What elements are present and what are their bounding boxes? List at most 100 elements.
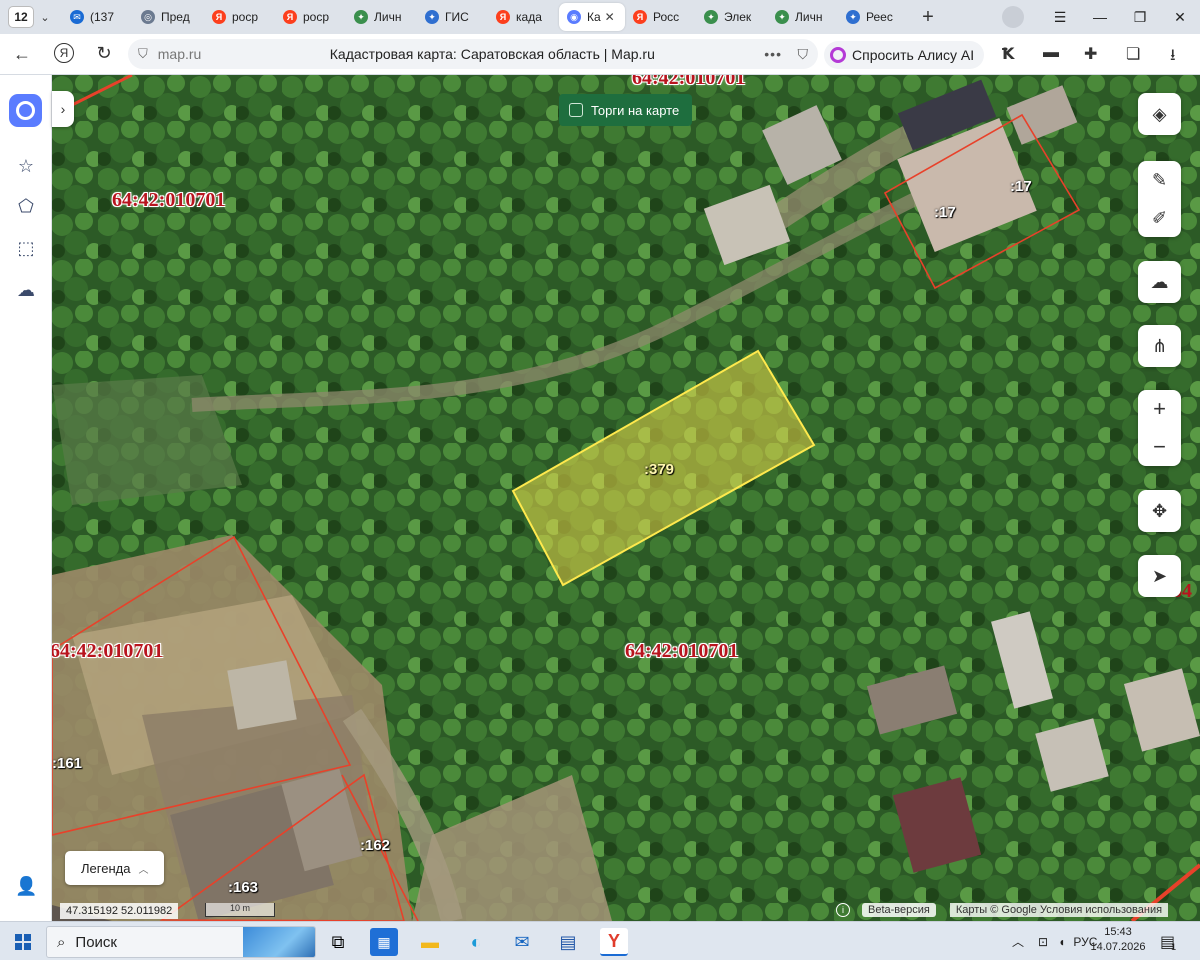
zoom-out-icon[interactable]: −	[1138, 428, 1181, 466]
browser-tab-1[interactable]: ◎ Пред	[133, 3, 204, 31]
volume-icon[interactable]: ◖	[1058, 935, 1065, 949]
info-icon[interactable]: i	[836, 903, 850, 917]
tab-favicon-icon: ✦	[846, 10, 860, 24]
auctions-on-map-toggle[interactable]: Торги на карте	[559, 94, 692, 126]
clock-date: 14.07.2026	[1090, 941, 1146, 953]
downloads-icon[interactable]: ⭳	[1170, 44, 1176, 71]
parcel-label-161[interactable]: :161	[52, 755, 82, 772]
parcel-label-17b[interactable]: :17	[1010, 178, 1032, 195]
tab-favicon-icon: ◎	[141, 10, 155, 24]
cloud-icon[interactable]: ☁	[15, 279, 37, 301]
taskbar-search-box[interactable]: ⌕ Поиск	[46, 926, 316, 958]
bookmark-icon[interactable]: ⛉	[798, 46, 809, 63]
task-view-icon[interactable]: ⧉	[324, 928, 352, 956]
tab-favicon-icon: ✦	[775, 10, 789, 24]
browser-tab-2[interactable]: Яроср	[204, 3, 275, 31]
tab-label: ГИС	[445, 10, 469, 24]
navigation-arrow-icon[interactable]: ➤	[1138, 555, 1181, 597]
upload-control[interactable]: ☁	[1138, 261, 1181, 303]
favorites-star-icon[interactable]: ☆	[15, 155, 37, 177]
yandex-home-icon[interactable]: Я	[44, 43, 84, 63]
ruler-pencil-icon[interactable]: ✎	[1138, 161, 1181, 199]
tab-favicon-icon: Я	[496, 10, 510, 24]
more-dots-icon[interactable]: •••	[764, 46, 782, 62]
provider-attribution[interactable]: Карты © Google Условия использования	[949, 903, 1169, 917]
profile-avatar[interactable]	[1002, 6, 1024, 28]
browser-tab-5[interactable]: ✦ ГИС	[417, 3, 488, 31]
browser-tab-8[interactable]: Я Росс	[625, 3, 696, 31]
user-account-icon[interactable]: 👤	[15, 875, 37, 897]
cloud-upload-icon[interactable]: ☁	[1138, 261, 1181, 303]
notifications-button[interactable]: ▤ 1	[1160, 922, 1176, 960]
expand-panel-button[interactable]: ›	[52, 91, 74, 127]
alisa-icon	[830, 47, 846, 63]
tab-label: Ка	[587, 10, 601, 24]
browser-tab-9[interactable]: ✦ Элек	[696, 3, 767, 31]
ask-alisa-button[interactable]: Спросить Алису AI	[824, 41, 985, 69]
tab-favicon-icon: ◉	[567, 10, 581, 24]
parcel-label-162[interactable]: :162	[360, 837, 390, 854]
browser-tab-10[interactable]: ✦ Личн	[767, 3, 838, 31]
notepad-icon[interactable]: ▤	[554, 928, 582, 956]
new-tab-plus-icon[interactable]: +	[915, 4, 941, 30]
legend-button[interactable]: Легенда ︿	[65, 851, 164, 885]
store-icon[interactable]: ▦	[370, 928, 398, 956]
minimize-icon[interactable]: —	[1080, 9, 1120, 25]
url-field[interactable]: ⛉ map.ru Кадастровая карта: Саратовская …	[128, 39, 818, 69]
tab-list-chevron-icon[interactable]: ⌄	[34, 11, 56, 24]
address-bar: ← Я ↻ ⛉ map.ru Кадастровая карта: Сарато…	[0, 34, 1200, 75]
draw-polygon-icon[interactable]: ⬠	[15, 195, 37, 217]
tab-count-badge[interactable]: 12	[8, 6, 34, 28]
windows-taskbar: ⌕ Поиск ⧉ ▦ ▬ ◐ ✉ ▤ Y ︿ ⊡ ◖ РУС 15:43 14…	[0, 921, 1200, 960]
browser-tab-11[interactable]: ✦ Реес	[838, 3, 909, 31]
edit-icon[interactable]: ✐	[1138, 199, 1181, 237]
reload-icon[interactable]: ↻	[84, 43, 124, 64]
parcel-label-17a[interactable]: :17	[934, 204, 956, 221]
tab-favicon-icon: Я	[212, 10, 226, 24]
network-icon[interactable]: ⊡	[1038, 935, 1048, 949]
tab-close-icon[interactable]: ✕	[605, 10, 615, 24]
collections-icon[interactable]: ❏	[1126, 44, 1140, 64]
outlook-icon[interactable]: ✉	[508, 928, 536, 956]
select-area-icon[interactable]: ⬚	[15, 237, 37, 259]
system-tray: ︿ ⊡ ◖ РУС	[1012, 922, 1097, 960]
geolocate-control[interactable]: ➤	[1138, 555, 1181, 597]
layers-control[interactable]: ◈	[1138, 93, 1181, 135]
parcel-label-163[interactable]: :163	[228, 879, 258, 896]
coordinates-readout: 47.315192 52.011982	[60, 903, 179, 919]
share-control[interactable]: ⋔	[1138, 325, 1181, 367]
left-sidebar: ☆ ⬠ ⬚ ☁ 👤	[0, 75, 52, 921]
restore-icon[interactable]: ❐	[1120, 9, 1160, 26]
windows-start-icon[interactable]	[15, 934, 31, 950]
tray-chevron-icon[interactable]: ︿	[1012, 933, 1024, 950]
extensions-puzzle-icon[interactable]: ✚	[1084, 44, 1097, 64]
taskbar-clock[interactable]: 15:43 14.07.2026	[1088, 925, 1148, 955]
tab-label: Личн	[374, 10, 402, 24]
share-icon[interactable]: ⋔	[1138, 325, 1181, 367]
chevron-up-icon: ︿	[138, 864, 149, 876]
mapru-logo-icon[interactable]	[9, 94, 42, 127]
layers-icon[interactable]: ◈	[1138, 93, 1181, 135]
browser-tab-3[interactable]: Яроср	[275, 3, 346, 31]
browser-tab-7[interactable]: ◉ Ка ✕	[559, 3, 625, 31]
browser-tab-0[interactable]: ✉ (137	[62, 3, 133, 31]
browser-tab-4[interactable]: ✦ Личн	[346, 3, 417, 31]
file-explorer-icon[interactable]: ▬	[416, 928, 444, 956]
browser-tab-6[interactable]: Якада	[488, 3, 559, 31]
site-shield-icon[interactable]: ⛉	[138, 46, 148, 62]
tab-label: Реес	[866, 10, 893, 24]
close-window-icon[interactable]: ✕	[1160, 9, 1200, 26]
zoom-in-icon[interactable]: +	[1138, 390, 1181, 428]
browser-menu-icon[interactable]: ☰	[1040, 9, 1080, 26]
cadastral-map[interactable]: 64:42:010701 64:42:010701 64:42:010701 6…	[52, 75, 1200, 921]
extension-k-icon[interactable]: Ꝁ	[1002, 44, 1013, 64]
parcel-label-379[interactable]: :379	[644, 461, 674, 478]
back-arrow-icon[interactable]: ←	[2, 44, 42, 65]
yandex-browser-icon[interactable]: Y	[600, 928, 628, 956]
edge-icon[interactable]: ◐	[462, 928, 490, 956]
auctions-checkbox[interactable]	[569, 103, 583, 117]
move-arrows-icon[interactable]: ✥	[1138, 490, 1181, 532]
pan-control[interactable]: ✥	[1138, 490, 1181, 532]
extension-hat-icon[interactable]: ▬	[1043, 44, 1059, 62]
tab-label: Элек	[724, 10, 752, 24]
